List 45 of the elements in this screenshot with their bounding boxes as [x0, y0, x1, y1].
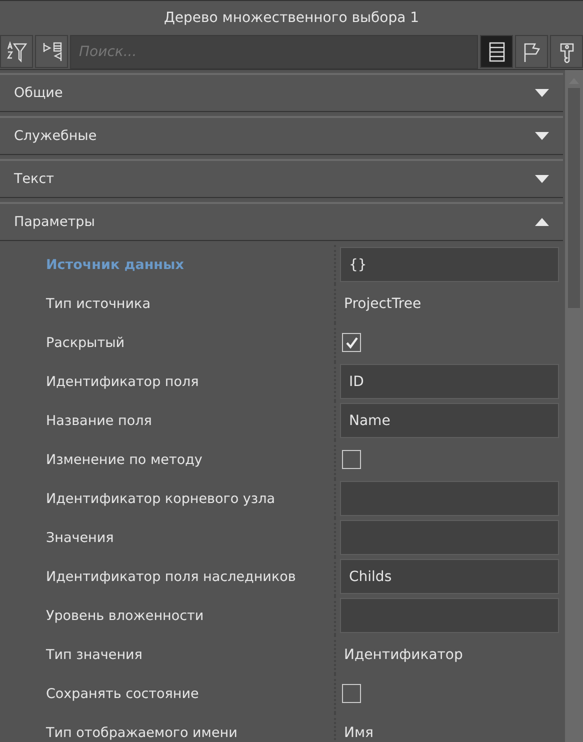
property-label: Источник данных [0, 245, 336, 284]
property-label: Раскрытый [0, 323, 336, 362]
property-label: Название поля [0, 401, 336, 440]
input-field[interactable] [340, 520, 559, 555]
check-icon [344, 336, 358, 350]
input-field[interactable]: ID [340, 364, 559, 399]
checkbox[interactable] [342, 684, 361, 703]
section-title: Текст [14, 171, 54, 187]
section-title: Общие [14, 85, 63, 101]
flag-button[interactable] [515, 35, 548, 68]
property-label: Идентификатор корневого узла [0, 479, 336, 518]
section-title: Служебные [14, 128, 97, 144]
checkbox[interactable] [342, 450, 361, 469]
input-field[interactable] [340, 481, 559, 516]
property-value: Имя [343, 724, 374, 740]
property-label: Тип отображаемого имени [0, 713, 336, 742]
filter-icon [6, 40, 28, 62]
property-value: ProjectTree [343, 296, 422, 312]
list-icon [486, 40, 506, 62]
section-header[interactable]: Параметры [0, 202, 563, 241]
input-field[interactable]: {} [340, 247, 559, 282]
section-title: Параметры [14, 214, 95, 230]
section-header[interactable]: Текст [0, 159, 563, 198]
checkbox[interactable] [342, 333, 361, 352]
property-label: Изменение по методу [0, 440, 336, 479]
move-button[interactable] [35, 35, 68, 68]
property-label: Значения [0, 518, 336, 557]
property-label: Уровень вложенности [0, 596, 336, 635]
scrollbar[interactable] [565, 70, 583, 742]
key-button[interactable] [550, 35, 583, 68]
property-label: Идентификатор поля [0, 362, 336, 401]
property-label: Сохранять состояние [0, 674, 336, 713]
list-button[interactable] [480, 35, 513, 68]
section-header[interactable]: Служебные [0, 116, 563, 155]
input-field[interactable]: Childs [340, 559, 559, 594]
property-label: Идентификатор поля наследников [0, 557, 336, 596]
property-value: Идентификатор [343, 646, 463, 662]
flag-icon [522, 40, 542, 62]
section-header[interactable]: Общие [0, 73, 563, 112]
input-field[interactable] [340, 598, 559, 633]
arrows-icon [40, 40, 62, 62]
property-label: Тип источника [0, 284, 336, 323]
property-label: Тип значения [0, 635, 336, 674]
input-field[interactable]: Name [340, 403, 559, 438]
sort-filter-button[interactable] [0, 35, 33, 68]
